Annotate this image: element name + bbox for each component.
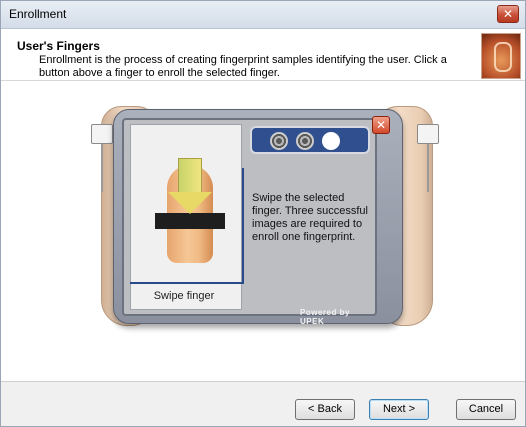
close-icon: ✕: [502, 7, 514, 21]
panel-divider-horizontal: [130, 282, 244, 284]
powered-by-label: Powered by UPEK: [300, 308, 350, 326]
panel-divider-vertical: [242, 168, 244, 282]
close-icon: ✕: [375, 118, 387, 132]
capture-progress: [250, 126, 370, 154]
left-finger-line: [101, 144, 103, 192]
fingerprint-icon: [296, 132, 314, 150]
right-finger-button[interactable]: [417, 124, 439, 144]
next-button[interactable]: Next >: [369, 399, 429, 420]
footer-separator: [1, 381, 525, 382]
right-finger-line: [427, 144, 429, 192]
page-title: User's Fingers: [17, 39, 100, 53]
swipe-finger-label: Swipe finger: [153, 290, 215, 302]
back-button[interactable]: < Back: [295, 399, 355, 420]
swipe-arrow-icon: [178, 158, 202, 193]
cancel-button[interactable]: Cancel: [456, 399, 516, 420]
left-finger-button[interactable]: [91, 124, 113, 144]
sensor-icon: [155, 213, 225, 229]
window-close-button[interactable]: ✕: [497, 5, 519, 23]
swipe-arrow-head-icon: [168, 192, 212, 214]
empty-slot-icon: [322, 132, 340, 150]
device-screen: Swipe finger Swipe the selected finger. …: [122, 118, 377, 326]
enrollment-window: Enrollment ✕ User's Fingers Enrollment i…: [0, 0, 526, 427]
swipe-instruction: Swipe the selected finger. Three success…: [252, 192, 368, 243]
fingerprint-logo-icon: [481, 33, 521, 79]
wizard-header: User's Fingers Enrollment is the process…: [1, 29, 525, 81]
page-description: Enrollment is the process of creating fi…: [39, 54, 447, 79]
fingerprint-icon: [270, 132, 288, 150]
enrollment-device: Swipe finger Swipe the selected finger. …: [113, 109, 403, 326]
window-title: Enrollment: [9, 7, 67, 21]
title-bar: Enrollment ✕: [1, 1, 525, 29]
device-close-button[interactable]: ✕: [372, 116, 390, 134]
